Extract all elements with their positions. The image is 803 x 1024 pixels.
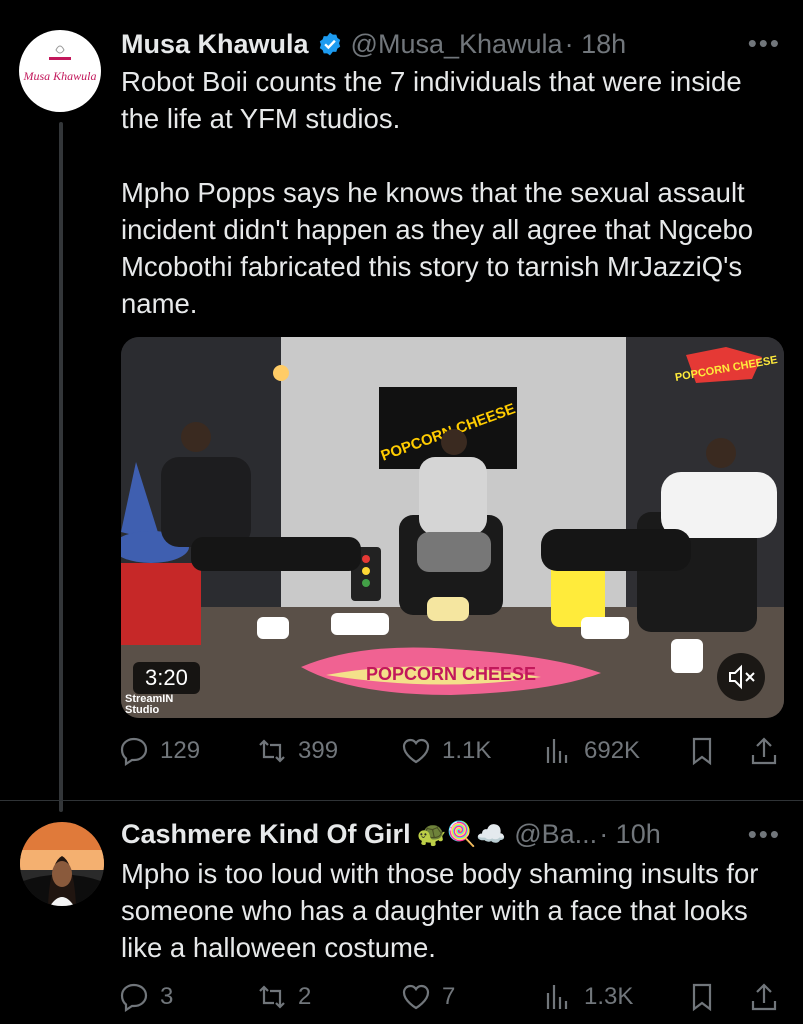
tweet-time[interactable]: · 10h bbox=[599, 819, 661, 850]
reply-button[interactable]: 129 bbox=[118, 731, 200, 771]
verified-badge-icon bbox=[317, 31, 343, 57]
like-count: 7 bbox=[442, 983, 456, 1010]
like-button[interactable]: 1.1K bbox=[400, 731, 491, 771]
more-options-icon[interactable]: ••• bbox=[748, 28, 781, 59]
share-icon bbox=[751, 737, 777, 765]
author-name[interactable]: Cashmere Kind Of Girl bbox=[121, 819, 411, 850]
tweet-2[interactable]: Cashmere Kind Of Girl 🐢🍭☁️ @Ba... · 10h … bbox=[0, 801, 803, 1024]
heart-icon bbox=[402, 984, 430, 1010]
tweet-actions: 3 2 7 1.3K bbox=[118, 977, 783, 1017]
more-options-icon[interactable]: ••• bbox=[748, 819, 781, 850]
mute-button[interactable] bbox=[717, 653, 765, 701]
floor-logo: POPCORN CHEESE bbox=[366, 664, 536, 684]
views-button[interactable]: 692K bbox=[542, 731, 640, 771]
share-button[interactable] bbox=[748, 977, 780, 1017]
retweet-icon bbox=[259, 739, 285, 763]
video-duration: 3:20 bbox=[133, 662, 200, 694]
tweet-actions: 129 399 1.1K 692K bbox=[118, 731, 783, 771]
author-avatar[interactable] bbox=[20, 822, 104, 906]
views-button[interactable]: 1.3K bbox=[542, 977, 633, 1017]
retweet-count: 2 bbox=[298, 983, 312, 1010]
reply-button[interactable]: 3 bbox=[118, 977, 173, 1017]
tweet-time[interactable]: · 18h bbox=[565, 29, 627, 60]
heart-icon bbox=[402, 738, 430, 764]
muted-speaker-icon bbox=[729, 664, 755, 690]
reply-count: 3 bbox=[160, 983, 174, 1010]
bookmark-button[interactable] bbox=[686, 977, 718, 1017]
tweet-text: Mpho is too loud with those body shaming… bbox=[121, 858, 759, 963]
thread-line bbox=[59, 122, 63, 812]
name-emojis: 🐢🍭☁️ bbox=[416, 820, 507, 848]
retweet-button[interactable]: 399 bbox=[256, 731, 338, 771]
bookmark-button[interactable] bbox=[686, 731, 718, 771]
tweet-header: Musa Khawula @Musa_Khawula · 18h bbox=[121, 26, 626, 62]
tweet-header: Cashmere Kind Of Girl 🐢🍭☁️ @Ba... · 10h bbox=[121, 816, 661, 852]
author-avatar[interactable]: Musa Khawula bbox=[19, 30, 101, 112]
retweet-count: 399 bbox=[298, 737, 339, 764]
author-name[interactable]: Musa Khawula bbox=[121, 29, 309, 60]
view-count: 692K bbox=[584, 737, 641, 764]
video-frame: POPCORN CHEESE POPCORN CHEESE POPCORN CH… bbox=[121, 337, 784, 718]
reply-icon bbox=[120, 737, 148, 767]
like-button[interactable]: 7 bbox=[400, 977, 455, 1017]
author-handle[interactable]: @Ba... bbox=[514, 819, 597, 850]
video-player[interactable]: POPCORN CHEESE POPCORN CHEESE POPCORN CH… bbox=[121, 337, 784, 718]
retweet-icon bbox=[259, 985, 285, 1009]
retweet-button[interactable]: 2 bbox=[256, 977, 311, 1017]
share-button[interactable] bbox=[748, 731, 780, 771]
tweet-text: Robot Boii counts the 7 individuals that… bbox=[121, 66, 754, 319]
bookmark-icon bbox=[692, 983, 712, 1012]
video-watermark: StreamIN Studio bbox=[125, 693, 174, 716]
reply-icon bbox=[120, 983, 148, 1013]
views-chart-icon bbox=[546, 739, 568, 763]
share-icon bbox=[751, 983, 777, 1011]
like-count: 1.1K bbox=[442, 737, 492, 764]
view-count: 1.3K bbox=[584, 983, 634, 1010]
views-chart-icon bbox=[546, 985, 568, 1009]
reply-count: 129 bbox=[160, 737, 201, 764]
avatar-logo-text: Musa Khawula bbox=[22, 69, 96, 83]
tweet-1[interactable]: Musa Khawula Musa Khawula @Musa_Khawula … bbox=[0, 0, 803, 812]
author-handle[interactable]: @Musa_Khawula bbox=[351, 29, 563, 60]
bookmark-icon bbox=[692, 737, 712, 766]
